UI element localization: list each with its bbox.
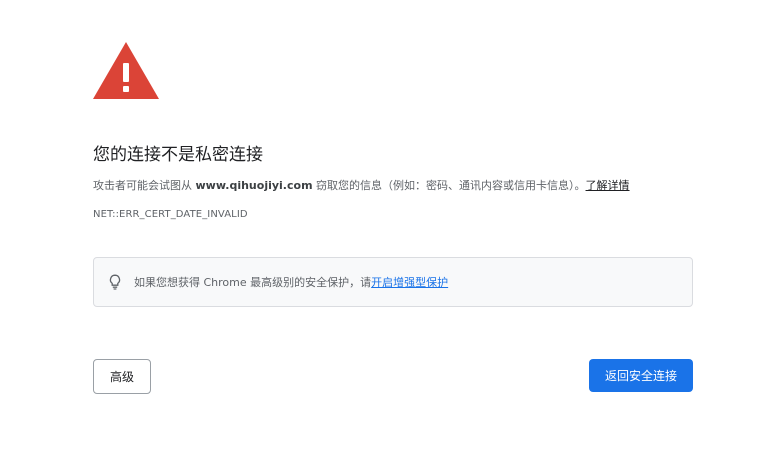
tip-text: 如果您想获得 Chrome 最高级别的安全保护，请开启增强型保护 xyxy=(134,274,448,290)
enhanced-protection-link[interactable]: 开启增强型保护 xyxy=(371,276,448,289)
learn-more-link[interactable]: 了解详情 xyxy=(586,179,630,192)
error-explanation: 攻击者可能会试图从 www.qihuojiyi.com 窃取您的信息（例如：密码… xyxy=(93,178,630,194)
advanced-button[interactable]: 高级 xyxy=(93,359,151,394)
error-code: NET::ERR_CERT_DATE_INVALID xyxy=(93,209,248,220)
back-to-safety-button[interactable]: 返回安全连接 xyxy=(589,359,693,392)
enhanced-protection-tip: 如果您想获得 Chrome 最高级别的安全保护，请开启增强型保护 xyxy=(93,257,693,307)
warning-triangle-icon xyxy=(93,42,159,99)
ssl-error-page: 您的连接不是私密连接 攻击者可能会试图从 www.qihuojiyi.com 窃… xyxy=(0,0,772,473)
explanation-prefix: 攻击者可能会试图从 xyxy=(93,179,196,192)
tip-message: 如果您想获得 Chrome 最高级别的安全保护，请 xyxy=(134,276,372,289)
explanation-suffix: 窃取您的信息（例如：密码、通讯内容或信用卡信息）。 xyxy=(312,179,586,192)
domain-name: www.qihuojiyi.com xyxy=(195,179,313,192)
lightbulb-icon xyxy=(109,274,121,290)
page-title: 您的连接不是私密连接 xyxy=(93,145,263,165)
